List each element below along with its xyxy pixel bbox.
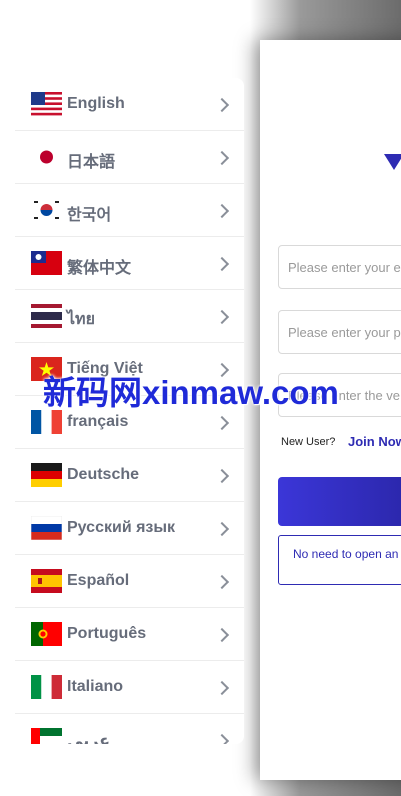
thailand-flag-icon bbox=[31, 304, 62, 328]
russia-flag-icon bbox=[31, 516, 62, 540]
language-label: Deutsche bbox=[67, 466, 140, 483]
chevron-right-icon bbox=[214, 680, 230, 696]
language-label: Italiano bbox=[67, 678, 124, 695]
language-item-italian[interactable]: Italiano bbox=[15, 661, 244, 714]
chevron-right-icon bbox=[214, 521, 230, 537]
language-item-german[interactable]: Deutsche bbox=[15, 449, 244, 502]
new-user-label: New User? bbox=[281, 436, 336, 448]
email-input[interactable]: Please enter your e bbox=[278, 245, 401, 289]
language-label: 한국어 bbox=[67, 207, 112, 224]
language-label: Русский язык bbox=[67, 519, 176, 536]
chevron-right-icon bbox=[214, 468, 230, 484]
login-button[interactable] bbox=[278, 477, 401, 526]
chevron-right-icon bbox=[214, 574, 230, 590]
language-label: 繁体中文 bbox=[67, 260, 132, 277]
language-item-thai[interactable]: ไทย bbox=[15, 290, 244, 343]
language-item-portuguese[interactable]: Português bbox=[15, 608, 244, 661]
portugal-flag-icon bbox=[31, 622, 62, 646]
us-flag-icon bbox=[31, 92, 62, 116]
italy-flag-icon bbox=[31, 675, 62, 699]
chevron-right-icon bbox=[214, 627, 230, 643]
language-item-spanish[interactable]: Español bbox=[15, 555, 244, 608]
language-label: عربي bbox=[67, 733, 111, 744]
chevron-right-icon bbox=[214, 203, 230, 219]
join-now-link[interactable]: Join Now bbox=[348, 434, 401, 449]
language-item-russian[interactable]: Русский язык bbox=[15, 502, 244, 555]
language-item-english[interactable]: English bbox=[15, 78, 244, 131]
language-label: Português bbox=[67, 625, 147, 642]
germany-flag-icon bbox=[31, 463, 62, 487]
chevron-right-icon bbox=[214, 733, 230, 744]
japan-flag-icon bbox=[31, 145, 62, 169]
watermark: 新码网xinmaw.com bbox=[43, 374, 339, 411]
korea-flag-icon bbox=[31, 198, 62, 222]
language-item-korean[interactable]: 한국어 bbox=[15, 184, 244, 237]
language-label: ไทย bbox=[67, 311, 95, 328]
chevron-right-icon bbox=[214, 150, 230, 166]
language-label: Español bbox=[67, 572, 130, 589]
chevron-right-icon bbox=[214, 256, 230, 272]
chevron-right-icon bbox=[214, 309, 230, 325]
chevron-right-icon bbox=[214, 415, 230, 431]
uae-flag-icon bbox=[31, 728, 62, 744]
language-item-japanese[interactable]: 日本語 bbox=[15, 131, 244, 184]
language-label: 日本語 bbox=[67, 154, 116, 171]
password-input[interactable]: Please enter your p bbox=[278, 310, 401, 354]
language-label: français bbox=[67, 413, 129, 430]
chevron-right-icon bbox=[214, 97, 230, 113]
language-item-traditional-chinese[interactable]: 繁体中文 bbox=[15, 237, 244, 290]
language-label: English bbox=[67, 95, 125, 112]
spain-flag-icon bbox=[31, 569, 62, 593]
brand-logo bbox=[384, 154, 401, 170]
notice-box: No need to open an bbox=[278, 535, 401, 585]
arrow-right-circle-icon[interactable]: ➔ bbox=[316, 755, 338, 777]
language-item-arabic[interactable]: عربي bbox=[15, 714, 244, 744]
taiwan-flag-icon bbox=[31, 251, 62, 275]
